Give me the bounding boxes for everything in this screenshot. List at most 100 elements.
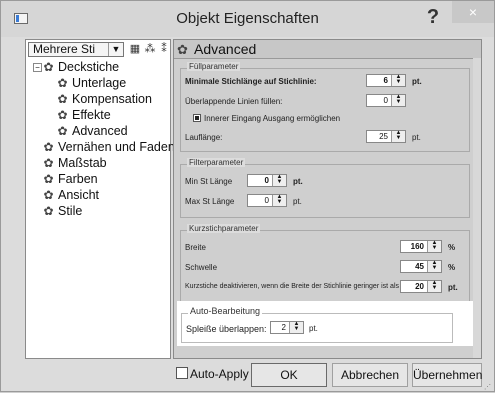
spinner-value: 0 (383, 96, 388, 105)
unit-label: % (448, 243, 456, 252)
auto-apply-checkbox[interactable] (176, 367, 188, 379)
run-length-spinner[interactable]: 25 ▲ ▼ (366, 130, 406, 143)
spinner-value: 20 (415, 282, 424, 291)
help-button[interactable]: ? (419, 3, 447, 31)
tree-item-label: Deckstiche (58, 60, 120, 74)
save-icon[interactable]: ▦ (129, 43, 141, 55)
gear-icon: ✿ (177, 42, 188, 57)
spin-arrows-icon[interactable]: ▲ ▼ (391, 94, 405, 106)
spinner-value: 160 (410, 242, 424, 251)
width-spinner[interactable]: 160 ▲ ▼ (400, 240, 442, 253)
inner-entry-exit-checkbox[interactable] (193, 114, 201, 122)
unit-label: pt. (309, 324, 318, 333)
splice-overlap-spinner[interactable]: 2 ▲ ▼ (270, 321, 304, 334)
group-title: Füllparameter (187, 62, 241, 71)
unit-label: pt. (412, 77, 422, 86)
style-manage-icon[interactable]: ⁑ (158, 43, 170, 55)
tree-item-stile[interactable]: ✿ Stile (42, 203, 82, 219)
tree-item-label: Kompensation (72, 92, 152, 106)
auto-edit-panel: Auto-Bearbeitung Spleiße überlappen: 2 ▲ ▼… (177, 301, 473, 346)
properties-dialog: Objekt Eigenschaften ? × Mehrere Sti ▼ ▦… (0, 0, 495, 392)
tree-item-deckstiche[interactable]: ✿ Deckstiche (42, 59, 119, 75)
panel-title: Advanced (194, 41, 257, 57)
gear-icon: ✿ (57, 76, 68, 90)
tree-item-ansicht[interactable]: ✿ Ansicht (42, 187, 99, 203)
auto-edit-group: Auto-Bearbeitung Spleiße überlappen: 2 ▲ ▼… (181, 306, 453, 343)
spinner-value: 6 (383, 76, 388, 85)
tree-item-kompensation[interactable]: ✿ Kompensation (56, 91, 152, 107)
unit-label: pt. (412, 133, 421, 142)
tree-item-farben[interactable]: ✿ Farben (42, 171, 98, 187)
tree-item-label: Farben (58, 172, 98, 186)
threshold-spinner[interactable]: 45 ▲ ▼ (400, 260, 442, 273)
auto-apply-label: Auto-Apply (190, 367, 249, 381)
tree-item-vernaehen[interactable]: ✿ Vernähen und Fadens (42, 139, 181, 155)
run-length-label: Lauflänge: (185, 133, 223, 142)
filter-parameters-group: Filterparameter Min St Länge 0 ▲ ▼ pt. Max… (180, 158, 470, 218)
tree-item-label: Unterlage (72, 76, 127, 90)
inner-entry-exit-label: Innerer Eingang Ausgang ermöglichen (204, 114, 341, 123)
spin-arrows-icon[interactable]: ▲ ▼ (427, 240, 441, 252)
tree-item-massstab[interactable]: ✿ Maßstab (42, 155, 107, 171)
spin-arrows-icon[interactable]: ▲ ▼ (427, 260, 441, 272)
overlap-lines-label: Überlappende Linien füllen: (185, 97, 283, 106)
tree-item-effekte[interactable]: ✿ Effekte (56, 107, 111, 123)
spin-arrows-icon[interactable]: ▲ ▼ (391, 130, 405, 142)
tree-item-label: Vernähen und Fadens (58, 140, 182, 154)
min-length-spinner[interactable]: 0 ▲ ▼ (247, 174, 287, 187)
tree-item-advanced[interactable]: ✿ Advanced (56, 123, 128, 139)
gear-icon: ✿ (43, 60, 54, 74)
resize-grip-icon[interactable]: ⋰ (484, 383, 492, 391)
scrollbar[interactable] (473, 58, 481, 358)
unit-label: pt. (293, 177, 303, 186)
group-title: Kurzstichparameter (187, 224, 261, 233)
disable-short-stitch-spinner[interactable]: 20 ▲ ▼ (400, 280, 442, 293)
overlap-lines-spinner[interactable]: 0 ▲ ▼ (366, 94, 406, 107)
collapse-icon[interactable]: − (33, 63, 42, 72)
tree-item-label: Maßstab (58, 156, 107, 170)
gear-icon: ✿ (43, 140, 54, 154)
style-combo-value: Mehrere Sti (33, 42, 96, 56)
fill-parameters-group: Füllparameter Minimale Stichlänge auf St… (180, 62, 470, 152)
tree-item-label: Advanced (72, 124, 128, 138)
width-label: Breite (185, 243, 206, 252)
unit-label: % (448, 263, 456, 272)
min-stitch-length-label: Minimale Stichlänge auf Stichlinie: (185, 77, 317, 86)
unit-label: pt. (293, 197, 302, 206)
tree-item-unterlage[interactable]: ✿ Unterlage (56, 75, 126, 91)
left-tree-panel: Mehrere Sti ▼ ▦ ⁂ ⁑ − ✿ Deckstiche ✿ Unter… (25, 39, 181, 359)
splice-overlap-label: Spleiße überlappen: (186, 324, 267, 334)
spin-arrows-icon[interactable]: ▲ ▼ (289, 321, 303, 333)
spin-arrows-icon[interactable]: ▲ ▼ (272, 194, 286, 206)
gear-icon: ✿ (57, 92, 68, 106)
gear-icon: ✿ (43, 204, 54, 218)
close-button[interactable]: × (452, 1, 494, 23)
gear-icon: ✿ (43, 172, 54, 186)
panel-header: ✿ Advanced (174, 40, 481, 59)
max-length-label: Max St Länge (185, 197, 235, 206)
cancel-button[interactable]: Abbrechen (332, 363, 408, 387)
max-length-spinner[interactable]: 0 ▲ ▼ (247, 194, 287, 207)
gear-icon: ✿ (43, 188, 54, 202)
unit-label: pt. (448, 283, 458, 292)
short-stitch-parameters-group: Kurzstichparameter Breite 160 ▲ ▼ % Schwel… (180, 224, 470, 302)
ok-button[interactable]: OK (251, 363, 327, 387)
style-apply-icon[interactable]: ⁂ (144, 43, 156, 55)
style-combo[interactable]: Mehrere Sti ▼ (28, 42, 124, 57)
tree-item-label: Effekte (72, 108, 111, 122)
chevron-down-icon[interactable]: ▼ (108, 43, 123, 56)
disable-short-stitch-label: Kurzstiche deaktivieren, wenn die Breite… (185, 283, 399, 290)
button-bar: Auto-Apply OK Abbrechen Übernehmen ⋰ (1, 359, 494, 393)
group-title: Auto-Bearbeitung (188, 306, 263, 316)
min-length-label: Min St Länge (185, 177, 233, 186)
spin-arrows-icon[interactable]: ▲ ▼ (272, 174, 286, 186)
tree-item-label: Stile (58, 204, 83, 218)
spinner-value: 2 (281, 323, 286, 332)
spin-arrows-icon[interactable]: ▲ ▼ (427, 280, 441, 292)
spinner-value: 0 (264, 196, 269, 205)
spinner-value: 25 (379, 132, 388, 141)
apply-button[interactable]: Übernehmen (412, 363, 482, 387)
spin-arrows-icon[interactable]: ▲ ▼ (391, 74, 405, 86)
min-stitch-length-spinner[interactable]: 6 ▲ ▼ (366, 74, 406, 87)
title-bar: Objekt Eigenschaften ? × (1, 1, 494, 37)
